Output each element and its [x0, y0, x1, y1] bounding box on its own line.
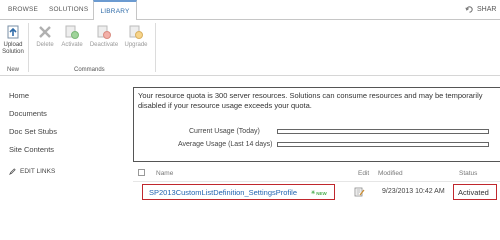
- activate-icon: [65, 25, 79, 39]
- quota-description: Your resource quota is 300 server resour…: [138, 91, 483, 110]
- nav-item-home[interactable]: Home: [9, 91, 29, 100]
- ribbon-group-new-label: New: [7, 67, 20, 73]
- tab-solutions[interactable]: SOLUTIONS: [49, 6, 88, 13]
- ribbon-divider: [28, 23, 29, 72]
- header-divider: [133, 181, 500, 182]
- current-usage-label: Current Usage (Today): [189, 128, 260, 135]
- ribbon-divider: [155, 23, 156, 72]
- new-star-icon: ✳: [311, 190, 316, 196]
- column-header-edit[interactable]: Edit: [358, 170, 369, 177]
- table-row: SP2013CustomListDefinition_SettingsProfi…: [142, 184, 335, 200]
- activate-label: Activate: [61, 42, 83, 48]
- share-icon: [465, 6, 473, 13]
- average-usage-label: Average Usage (Last 14 days): [178, 141, 273, 148]
- delete-x-icon: [39, 26, 51, 38]
- upload-label-line2: Solution: [2, 49, 24, 55]
- delete-label: Delete: [36, 42, 54, 48]
- column-header-status[interactable]: Status: [459, 170, 477, 177]
- solution-name-link[interactable]: SP2013CustomListDefinition_SettingsProfi…: [149, 188, 297, 197]
- nav-item-doc-set-stubs[interactable]: Doc Set Stubs: [9, 127, 57, 136]
- average-usage-bar: [277, 142, 489, 147]
- ribbon-tab-bar: BROWSE SOLUTIONS LIBRARY SHAR: [0, 0, 500, 21]
- share-button[interactable]: SHAR: [465, 5, 496, 14]
- nav-item-site-contents[interactable]: Site Contents: [9, 145, 54, 154]
- deactivate-button[interactable]: Deactivate: [87, 24, 121, 49]
- upload-label-line1: Upload: [3, 42, 23, 48]
- upgrade-label: Upgrade: [124, 42, 148, 48]
- edit-links-button[interactable]: EDIT LINKS: [9, 168, 55, 175]
- upgrade-icon: [129, 25, 143, 39]
- resource-quota-panel: Your resource quota is 300 server resour…: [133, 87, 500, 162]
- ribbon: Upload Solution Delete Activate Deactiva…: [0, 20, 500, 76]
- tab-library[interactable]: LIBRARY: [93, 0, 137, 21]
- deactivate-label: Deactivate: [89, 42, 119, 48]
- edit-links-label: EDIT LINKS: [20, 168, 56, 175]
- current-usage-bar: [277, 129, 489, 134]
- modified-date: 9/23/2013 10:42 AM: [382, 188, 445, 195]
- status-cell: Activated: [453, 184, 497, 200]
- column-header-name[interactable]: Name: [156, 170, 173, 177]
- delete-button[interactable]: Delete: [34, 24, 56, 49]
- edit-document-icon[interactable]: [354, 187, 365, 197]
- new-badge-label: NEW: [316, 190, 327, 196]
- column-header-modified[interactable]: Modified: [378, 170, 403, 177]
- upload-solution-button[interactable]: Upload Solution: [1, 24, 25, 56]
- select-all-checkbox[interactable]: [138, 169, 145, 176]
- upgrade-button[interactable]: Upgrade: [120, 24, 152, 49]
- share-label: SHAR: [477, 6, 497, 13]
- upload-icon: [7, 25, 19, 39]
- status-badge: Activated: [458, 188, 489, 197]
- pencil-icon: [9, 168, 16, 175]
- activate-button[interactable]: Activate: [58, 24, 86, 49]
- nav-item-documents[interactable]: Documents: [9, 109, 47, 118]
- ribbon-group-commands-label: Commands: [74, 67, 105, 73]
- tab-browse[interactable]: BROWSE: [8, 6, 38, 13]
- new-badge: ✳ NEW: [311, 190, 327, 196]
- deactivate-icon: [97, 25, 111, 39]
